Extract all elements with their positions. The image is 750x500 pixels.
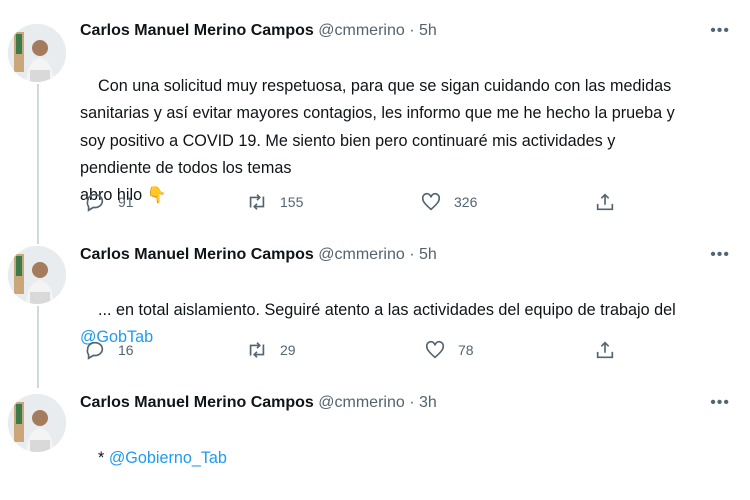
author-handle[interactable]: @cmmerino [318, 22, 404, 39]
share-button[interactable] [594, 338, 628, 362]
tweet-timestamp[interactable]: 5h [419, 246, 437, 263]
separator: · [409, 22, 415, 39]
avatar[interactable] [8, 24, 66, 82]
tweet[interactable]: Carlos Manuel Merino Campos @cmmerino · … [0, 20, 750, 230]
retweet-button[interactable]: 29 [246, 338, 296, 362]
heart-icon [425, 340, 445, 359]
tweet-text-prefix: * [98, 449, 109, 468]
tweet-header: Carlos Manuel Merino Campos @cmmerino · … [80, 20, 437, 42]
like-button[interactable]: 78 [424, 338, 474, 362]
separator: · [409, 394, 415, 411]
avatar-photo-icon [8, 246, 66, 304]
tweet-text-body: ... en total aislamiento. Seguiré atento… [98, 301, 681, 320]
author-name[interactable]: Carlos Manuel Merino Campos [80, 394, 314, 411]
tweet-text: * @Gobierno_Tab [80, 418, 680, 500]
share-icon [596, 193, 614, 211]
avatar[interactable] [8, 394, 66, 452]
tweet-timestamp[interactable]: 3h [419, 394, 437, 411]
retweet-count: 29 [280, 342, 296, 358]
share-icon [596, 341, 614, 359]
like-count: 78 [458, 342, 474, 358]
author-name[interactable]: Carlos Manuel Merino Campos [80, 22, 314, 39]
reply-count: 91 [118, 194, 134, 210]
retweet-button[interactable]: 155 [246, 190, 303, 214]
reply-button[interactable]: 91 [84, 190, 134, 214]
mention-link[interactable]: @Gobierno_Tab [109, 449, 227, 467]
reply-icon [86, 341, 104, 360]
tweet-text-body: Con una solicitud muy respetuosa, para q… [80, 77, 680, 177]
reply-count: 16 [118, 342, 134, 358]
tweet[interactable]: Carlos Manuel Merino Campos @cmmerino · … [0, 392, 750, 467]
tweet-header: Carlos Manuel Merino Campos @cmmerino · … [80, 244, 437, 266]
author-name[interactable]: Carlos Manuel Merino Campos [80, 246, 314, 263]
retweet-icon [249, 194, 265, 210]
avatar-photo-icon [8, 394, 66, 452]
reply-button[interactable]: 16 [84, 338, 134, 362]
more-horizontal-icon[interactable]: ••• [710, 22, 730, 40]
tweet-text: ... en total aislamiento. Seguiré atento… [80, 270, 680, 379]
retweet-icon [249, 342, 265, 358]
heart-icon [421, 192, 441, 211]
like-count: 326 [454, 194, 478, 210]
avatar[interactable] [8, 246, 66, 304]
avatar-photo-icon [8, 24, 66, 82]
author-handle[interactable]: @cmmerino [318, 246, 404, 263]
reply-icon [86, 193, 104, 212]
more-horizontal-icon[interactable]: ••• [710, 246, 730, 264]
tweet-timestamp[interactable]: 5h [419, 22, 437, 39]
tweet-actions: 16 29 78 [84, 338, 644, 362]
share-button[interactable] [594, 190, 628, 214]
retweet-count: 155 [280, 194, 304, 210]
tweet-actions: 91 155 326 [84, 190, 644, 214]
author-handle[interactable]: @cmmerino [318, 394, 404, 411]
like-button[interactable]: 326 [420, 190, 477, 214]
separator: · [409, 246, 415, 263]
more-horizontal-icon[interactable]: ••• [710, 394, 730, 412]
tweet[interactable]: Carlos Manuel Merino Campos @cmmerino · … [0, 244, 750, 374]
tweet-header: Carlos Manuel Merino Campos @cmmerino · … [80, 392, 437, 414]
